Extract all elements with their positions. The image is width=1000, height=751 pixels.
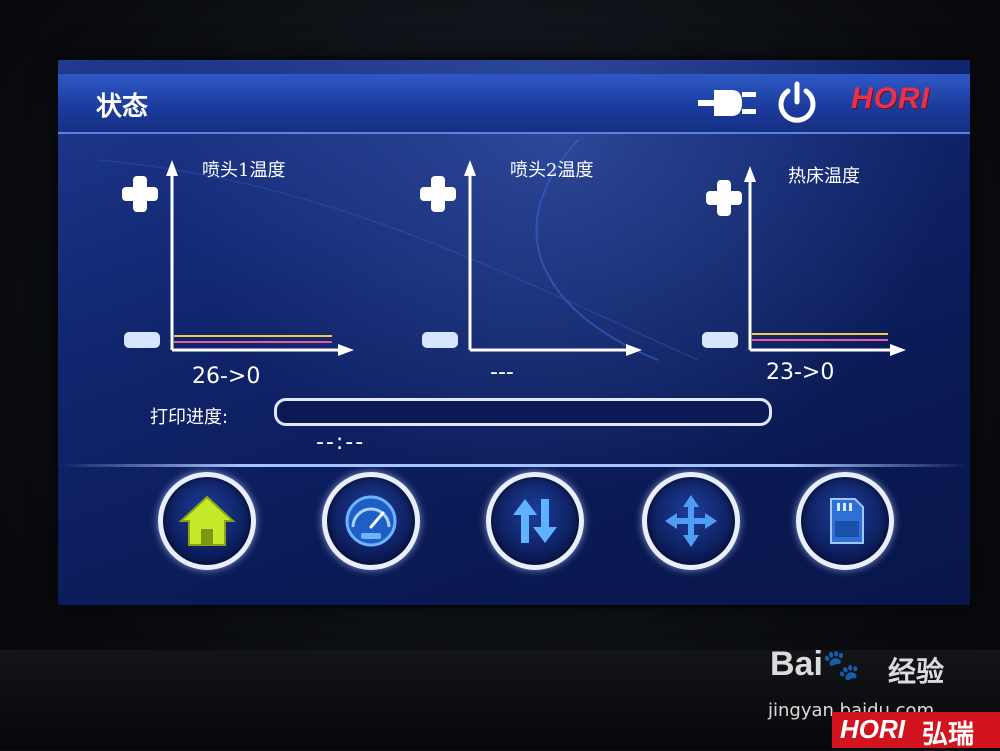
nozzle2-temp-value: --- — [490, 360, 514, 385]
nozzle1-decrease-button[interactable] — [124, 332, 160, 348]
jingyan-watermark: 经验 — [888, 655, 945, 688]
nozzle1-temp-chart: 喷头1温度 26->0 — [110, 150, 360, 389]
chart-title: 喷头1温度 — [202, 160, 286, 181]
print-time: --:-- — [316, 430, 366, 455]
move-button[interactable] — [642, 472, 740, 570]
nozzle2-decrease-button[interactable] — [422, 332, 458, 348]
print-progress-bar — [274, 398, 772, 426]
bed-temp-value: 23->0 — [766, 360, 835, 385]
paw-icon: 🐾 — [822, 649, 861, 682]
bed-decrease-button[interactable] — [702, 332, 738, 348]
nozzle2-temp-chart: 喷头2温度 --- — [408, 150, 658, 385]
nozzle1-increase-button[interactable] — [120, 174, 160, 214]
nozzle1-temp-value: 26->0 — [192, 364, 261, 389]
nozzle2-increase-button[interactable] — [418, 174, 458, 214]
bed-increase-button[interactable] — [704, 178, 744, 218]
page-title: 状态 — [96, 92, 149, 122]
home-icon — [178, 495, 236, 546]
speed-button[interactable] — [322, 472, 420, 570]
speedometer-icon — [345, 495, 397, 547]
bed-temp-chart: 热床温度 23->0 — [698, 156, 948, 386]
progress-label: 打印进度: — [150, 407, 229, 428]
sd-card-icon — [830, 498, 864, 544]
touch-screen: 状态 HORI 喷头1温度 26->0 喷头2温度 --- 热床温度 23->0… — [58, 60, 970, 605]
chart-title: 热床温度 — [788, 166, 860, 187]
chart-title: 喷头2温度 — [510, 160, 594, 181]
power-icon[interactable] — [774, 80, 820, 126]
up-down-arrows-icon — [513, 499, 557, 543]
home-button[interactable] — [158, 472, 256, 570]
extrude-button[interactable] — [486, 472, 584, 570]
plug-icon[interactable] — [698, 82, 756, 124]
baidu-watermark: Bai🐾 — [770, 645, 861, 683]
move-axes-icon — [665, 495, 717, 547]
divider — [58, 464, 970, 467]
hori-brand-watermark: HORI 弘瑞 — [832, 712, 1000, 749]
sd-card-button[interactable] — [796, 472, 894, 570]
top-bar: 状态 HORI — [58, 74, 970, 134]
brand-logo: HORI — [851, 82, 930, 115]
